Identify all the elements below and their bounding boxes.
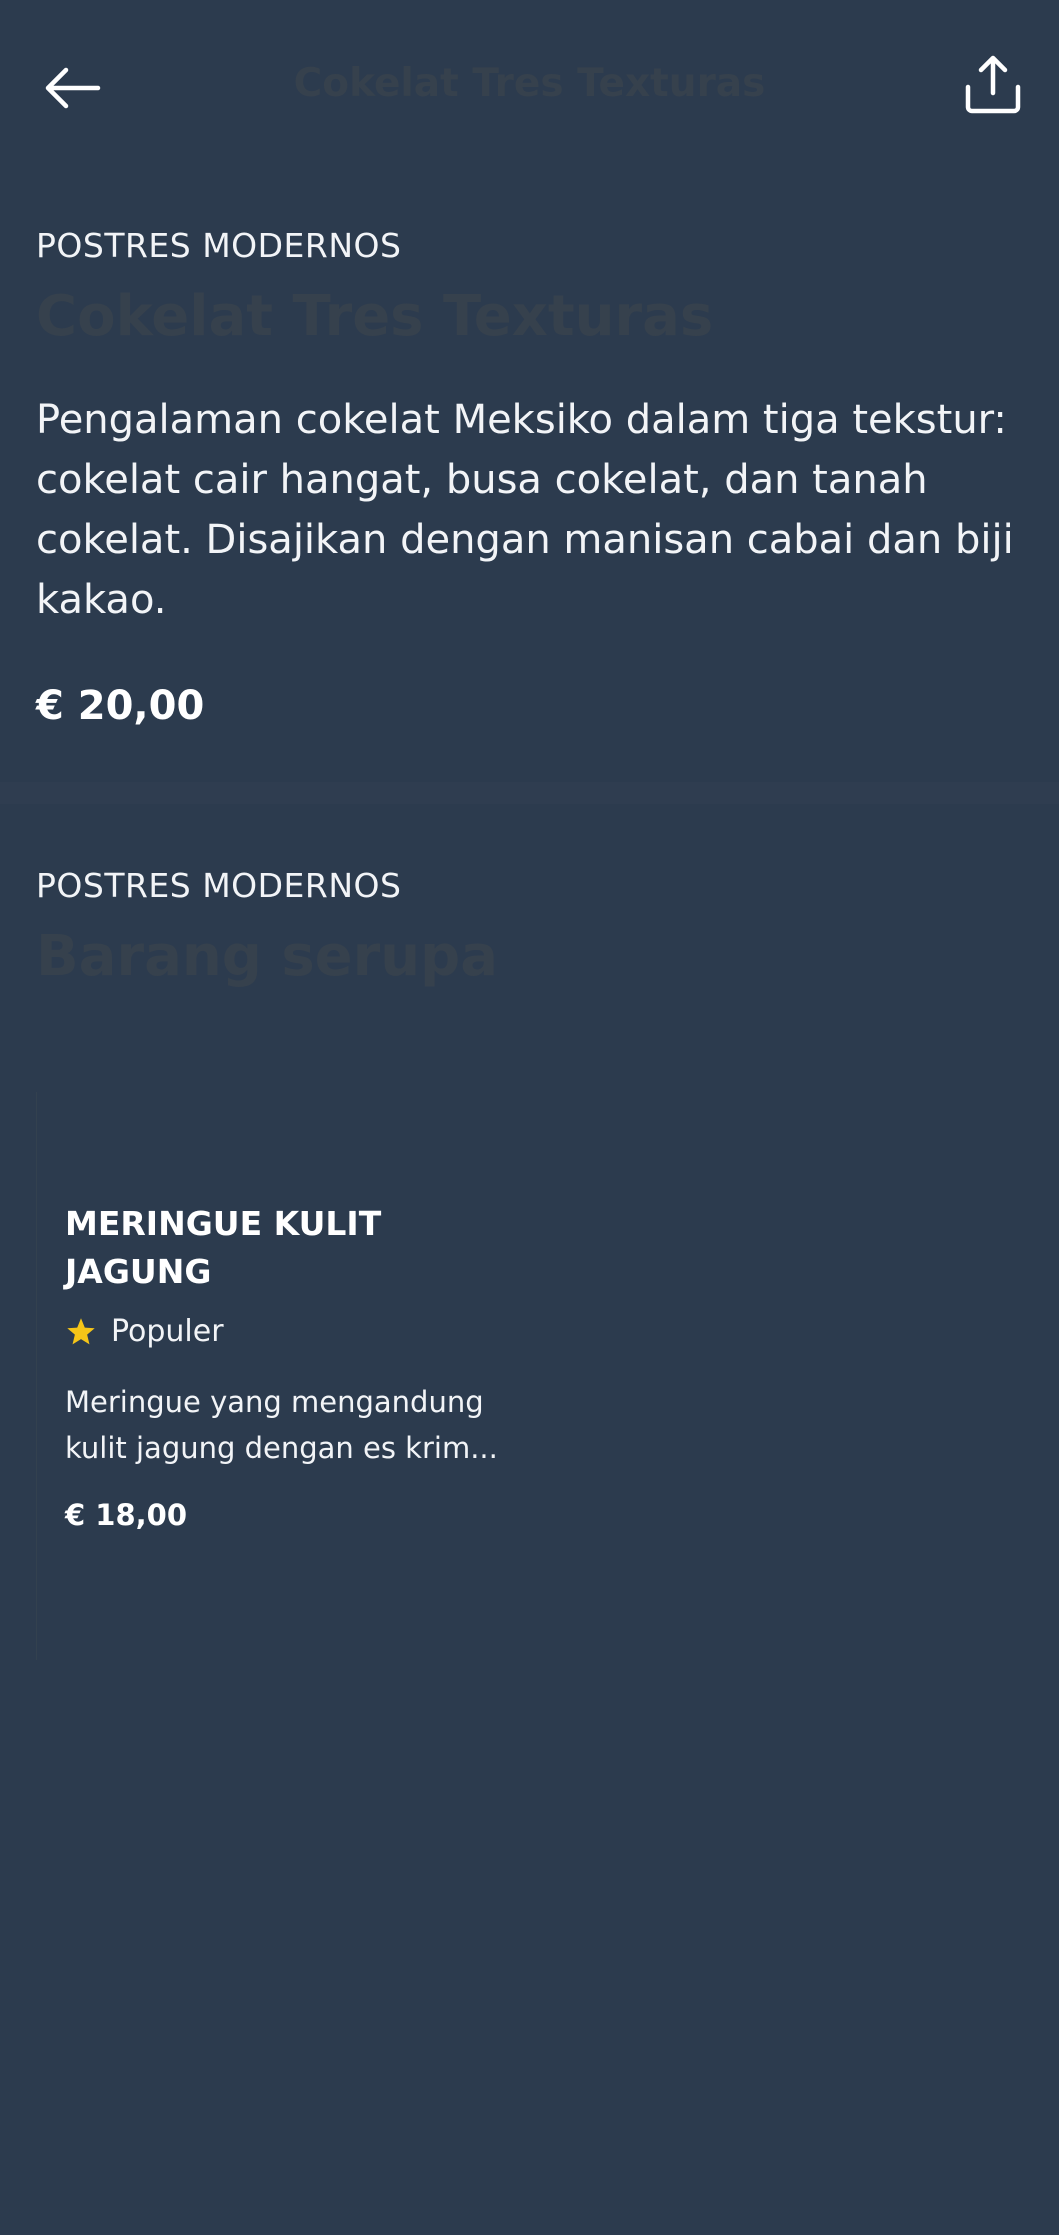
item-category: POSTRES MODERNOS [36, 226, 402, 265]
similar-item-description: Meringue yang mengandung kulit jagung de… [65, 1385, 498, 1465]
similar-heading: Barang serupa [36, 924, 498, 989]
share-icon [965, 55, 1021, 114]
page-title: Cokelat Tres Texturas [293, 61, 766, 106]
item-name: Cokelat Tres Texturas [36, 284, 714, 349]
similar-item-card[interactable]: MERINGUE KULIT JAGUNG Populer Meringue y… [36, 1092, 498, 1660]
similar-item-price: € 18,00 [65, 1498, 188, 1532]
popular-badge: Populer [65, 1314, 505, 1349]
similar-item-name: MERINGUE KULIT JAGUNG [65, 1204, 382, 1291]
item-detail: POSTRES MODERNOS Cokelat Tres Texturas P… [0, 170, 1059, 782]
item-price: € 20,00 [36, 683, 205, 729]
section-divider [0, 782, 1059, 804]
similar-category: POSTRES MODERNOS [36, 866, 402, 905]
similar-items-section: POSTRES MODERNOS Barang serupa MERINGUE … [0, 804, 1059, 1660]
top-bar: Cokelat Tres Texturas [0, 0, 1059, 170]
similar-item-body: MERINGUE KULIT JAGUNG Populer Meringue y… [65, 1200, 505, 1535]
star-icon [67, 1317, 95, 1344]
badge-label: Populer [111, 1314, 224, 1349]
share-button[interactable] [957, 48, 1029, 120]
item-description: Pengalaman cokelat Meksiko dalam tiga te… [36, 397, 1014, 623]
